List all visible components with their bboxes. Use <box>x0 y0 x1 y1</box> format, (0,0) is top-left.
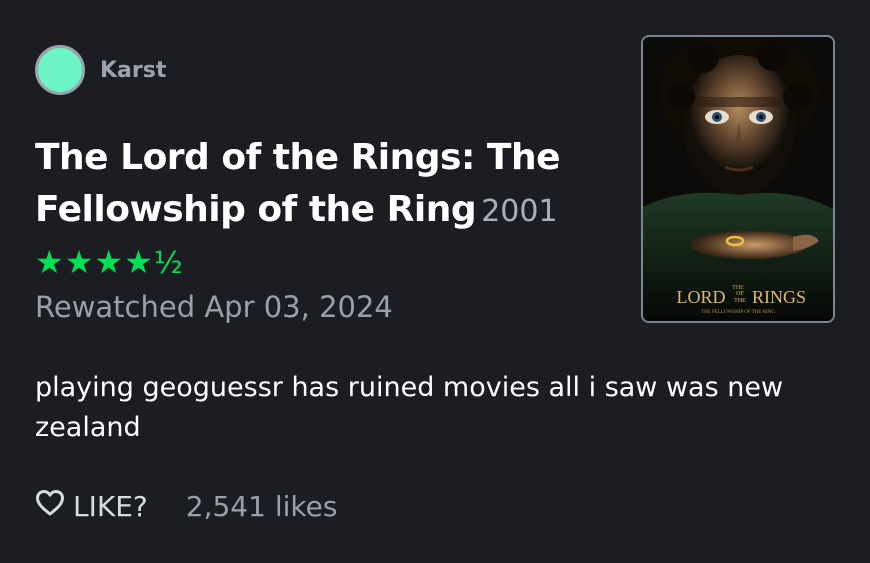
poster-logo-rings: RINGS <box>752 287 806 307</box>
poster-logo-subtitle: THE FELLOWSHIP OF THE RING <box>701 310 775 315</box>
poster-logo-of: OF <box>736 291 744 297</box>
star-rating: ★★★★½ <box>35 242 183 284</box>
review-author[interactable]: Karst <box>35 45 166 95</box>
watch-date: Rewatched Apr 03, 2024 <box>35 290 393 324</box>
like-label: LIKE? <box>73 489 148 523</box>
author-name[interactable]: Karst <box>100 58 166 83</box>
likes-count[interactable]: 2,541 likes <box>186 490 338 523</box>
rating-half-star: ½ <box>153 246 183 281</box>
film-poster[interactable]: THE LORD OF THE RINGS THE FELLOWSHIP OF … <box>641 35 835 323</box>
review-actions: LIKE? 2,541 likes <box>35 484 337 528</box>
like-button[interactable]: LIKE? <box>35 489 148 524</box>
film-heading: The Lord of the Rings: The Fellowship of… <box>35 132 605 236</box>
poster-logo-lord: LORD <box>677 287 726 307</box>
heart-icon <box>35 489 73 524</box>
review-text: playing geoguessr has ruined movies all … <box>35 372 784 443</box>
avatar[interactable] <box>35 45 85 95</box>
review-card: Karst The Lord of the Rings: The Fellows… <box>0 0 870 563</box>
rating-stars: ★★★★ <box>35 243 154 281</box>
film-year[interactable]: 2001 <box>481 194 557 229</box>
poster-logo-the2: THE <box>734 298 746 304</box>
